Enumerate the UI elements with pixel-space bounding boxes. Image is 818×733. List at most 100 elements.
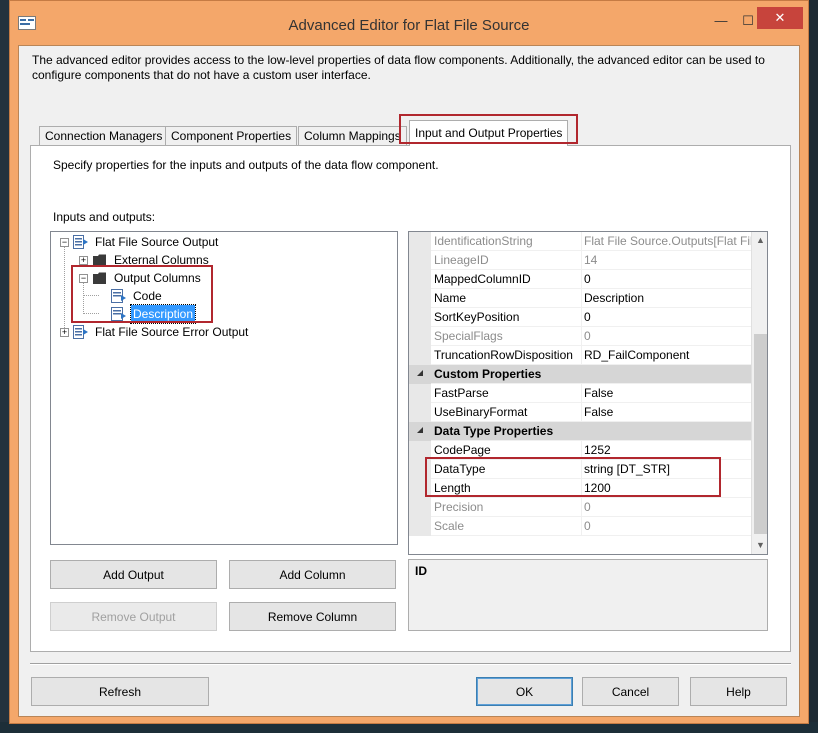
tab-input-output-properties[interactable]: Input and Output Properties xyxy=(409,120,569,146)
tree-item-external-columns[interactable]: + External Columns xyxy=(51,251,391,269)
tree-item-label: Output Columns xyxy=(114,271,201,285)
property-value[interactable]: False xyxy=(584,384,751,403)
collapse-icon[interactable]: − xyxy=(79,274,88,283)
property-name: Precision xyxy=(434,498,582,517)
property-name: TruncationRowDisposition xyxy=(434,346,582,365)
property-value[interactable]: 0 xyxy=(584,270,751,289)
tab-column-mappings[interactable]: Column Mappings xyxy=(298,126,407,146)
scroll-up-arrow-icon[interactable]: ▲ xyxy=(752,232,767,249)
scroll-down-arrow-icon[interactable]: ▼ xyxy=(752,537,767,554)
property-row-mappedcolumnid[interactable]: MappedColumnID 0 xyxy=(409,270,751,289)
property-value[interactable]: string [DT_STR] xyxy=(584,460,751,479)
panel-description: Specify properties for the inputs and ou… xyxy=(53,158,439,172)
property-value[interactable]: Description xyxy=(584,289,751,308)
property-value[interactable]: 1200 xyxy=(584,479,751,498)
row-gutter xyxy=(409,289,431,308)
property-row-datatype[interactable]: DataType string [DT_STR] xyxy=(409,460,751,479)
minimize-button[interactable]: — xyxy=(710,11,732,31)
property-grid-scrollbar[interactable]: ▲ ▼ xyxy=(751,232,767,554)
property-row-fastparse[interactable]: FastParse False xyxy=(409,384,751,403)
output-icon xyxy=(73,325,88,339)
row-gutter xyxy=(409,232,431,251)
property-row-usebinaryformat[interactable]: UseBinaryFormat False xyxy=(409,403,751,422)
tree-item-description[interactable]: Description xyxy=(51,304,391,324)
row-gutter xyxy=(409,308,431,327)
property-value: 14 xyxy=(584,253,598,267)
property-row-codepage[interactable]: CodePage 1252 xyxy=(409,441,751,460)
property-name: DataType xyxy=(434,460,582,479)
add-column-button[interactable]: Add Column xyxy=(229,560,396,589)
inputs-outputs-tree[interactable]: − Flat File Source Output + External Col… xyxy=(50,231,398,545)
folder-icon xyxy=(93,254,106,266)
folder-icon xyxy=(93,272,106,284)
property-name: FastParse xyxy=(434,384,582,403)
tree-item-output-columns[interactable]: − Output Columns xyxy=(51,269,391,287)
property-name: UseBinaryFormat xyxy=(434,403,582,422)
collapse-icon[interactable]: − xyxy=(60,238,69,247)
row-gutter xyxy=(409,384,431,403)
row-gutter xyxy=(409,327,431,346)
property-row-identificationstring[interactable]: IdentificationString Flat File Source.Ou… xyxy=(409,232,751,251)
help-button[interactable]: Help xyxy=(690,677,787,706)
property-value: 0 xyxy=(584,500,591,514)
property-row-scale[interactable]: Scale 0 xyxy=(409,517,751,536)
row-gutter xyxy=(409,346,431,365)
property-value[interactable]: RD_FailComponent xyxy=(584,346,751,365)
row-gutter xyxy=(409,479,431,498)
tree-item-flat-file-source-output[interactable]: − Flat File Source Output xyxy=(51,233,391,251)
window-title: Advanced Editor for Flat File Source xyxy=(288,17,530,34)
tree-item-flat-file-source-error-output[interactable]: + Flat File Source Error Output xyxy=(51,323,391,341)
row-gutter xyxy=(409,365,431,384)
ok-button[interactable]: OK xyxy=(476,677,573,706)
expand-icon[interactable]: + xyxy=(60,328,69,337)
add-output-button[interactable]: Add Output xyxy=(50,560,217,589)
close-button[interactable]: ✕ xyxy=(757,7,803,29)
tree-item-label: External Columns xyxy=(114,253,209,267)
property-value[interactable]: 1252 xyxy=(584,441,751,460)
remove-column-button[interactable]: Remove Column xyxy=(229,602,396,631)
tab-component-properties[interactable]: Component Properties xyxy=(165,126,298,146)
row-gutter xyxy=(409,270,431,289)
property-grid[interactable]: IdentificationString Flat File Source.Ou… xyxy=(408,231,768,555)
category-data-type-properties[interactable]: Data Type Properties xyxy=(409,422,751,441)
refresh-button[interactable]: Refresh xyxy=(31,677,209,706)
row-gutter xyxy=(409,422,431,441)
category-name: Custom Properties xyxy=(434,367,542,381)
row-gutter xyxy=(409,517,431,536)
property-value: 0 xyxy=(584,329,591,343)
maximize-button[interactable]: ☐ xyxy=(737,11,759,31)
title-bar[interactable]: Advanced Editor for Flat File Source — ☐… xyxy=(10,1,808,45)
property-name: MappedColumnID xyxy=(434,270,582,289)
category-name: Data Type Properties xyxy=(434,424,554,438)
property-row-name[interactable]: Name Description xyxy=(409,289,751,308)
expand-icon[interactable]: + xyxy=(79,256,88,265)
property-value[interactable]: False xyxy=(584,403,751,422)
dialog-client-area: The advanced editor provides access to t… xyxy=(18,45,800,717)
property-row-length[interactable]: Length 1200 xyxy=(409,479,751,498)
column-icon xyxy=(111,289,126,303)
property-name: CodePage xyxy=(434,441,582,460)
row-gutter xyxy=(409,403,431,422)
property-row-sortkeyposition[interactable]: SortKeyPosition 0 xyxy=(409,308,751,327)
remove-output-button[interactable]: Remove Output xyxy=(50,602,217,631)
property-name: SpecialFlags xyxy=(434,327,582,346)
property-name: LineageID xyxy=(434,251,582,270)
cancel-button[interactable]: Cancel xyxy=(582,677,679,706)
collapse-triangle-icon[interactable] xyxy=(417,427,423,433)
property-row-precision[interactable]: Precision 0 xyxy=(409,498,751,517)
tree-item-code[interactable]: Code xyxy=(51,287,391,305)
property-value: Flat File Source.Outputs[Flat File xyxy=(584,234,751,248)
tree-item-label-selected: Description xyxy=(129,304,197,324)
property-row-lineageid[interactable]: LineageID 14 xyxy=(409,251,751,270)
tab-connection-managers[interactable]: Connection Managers xyxy=(39,126,169,146)
property-row-truncationrowdisposition[interactable]: TruncationRowDisposition RD_FailComponen… xyxy=(409,346,751,365)
property-value[interactable]: 0 xyxy=(584,308,751,327)
property-name: IdentificationString xyxy=(434,232,582,251)
property-row-specialflags[interactable]: SpecialFlags 0 xyxy=(409,327,751,346)
property-description-box: ID xyxy=(408,559,768,631)
scrollbar-thumb[interactable] xyxy=(754,334,767,534)
category-custom-properties[interactable]: Custom Properties xyxy=(409,365,751,384)
row-gutter xyxy=(409,460,431,479)
collapse-triangle-icon[interactable] xyxy=(417,370,423,376)
advanced-editor-window: Advanced Editor for Flat File Source — ☐… xyxy=(9,0,809,724)
